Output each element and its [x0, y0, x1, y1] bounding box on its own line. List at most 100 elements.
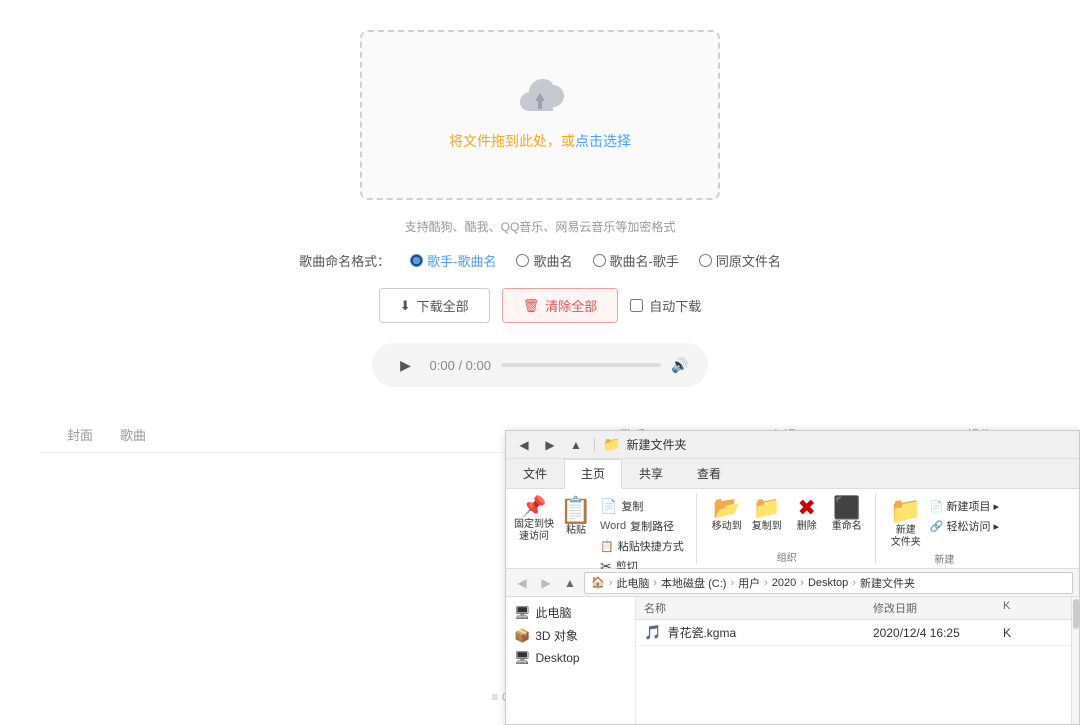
- qt-back-icon[interactable]: ◀: [514, 435, 534, 455]
- explorer-titlebar: ◀ ▶ ▲ 📁 新建文件夹: [506, 431, 1079, 459]
- copy-path-button[interactable]: Word 复制路径: [598, 517, 686, 535]
- radio-original[interactable]: 同原文件名: [699, 251, 781, 270]
- move-to-icon: 📂: [713, 497, 740, 519]
- radio-artist-song[interactable]: 歌手-歌曲名: [410, 251, 496, 270]
- naming-format-row: 歌曲命名格式： 歌手-歌曲名 歌曲名 歌曲名-歌手 同原文件名: [40, 251, 1040, 270]
- volume-icon[interactable]: 🔊: [671, 357, 688, 374]
- qt-forward-icon[interactable]: ▶: [540, 435, 560, 455]
- folder-icon: 📁: [603, 436, 620, 453]
- scroll-indicator[interactable]: [1071, 597, 1079, 724]
- audio-player: ▶ 0:00 / 0:00 🔊: [40, 343, 1040, 387]
- path-user[interactable]: 2020: [772, 577, 796, 589]
- upload-drag-text: 将文件拖到此处，或点击选择: [449, 131, 631, 151]
- player-bar: ▶ 0:00 / 0:00 🔊: [372, 343, 709, 387]
- ribbon-tabs: 文件 主页 共享 查看: [506, 459, 1079, 489]
- radio-song-artist[interactable]: 歌曲名-歌手: [593, 251, 679, 270]
- 3d-icon: 📦: [514, 628, 530, 644]
- path-computer[interactable]: 此电脑: [616, 575, 649, 591]
- copy-button[interactable]: 📄 复制: [598, 497, 686, 515]
- tab-home[interactable]: 主页: [564, 459, 622, 489]
- address-bar: ◀ ▶ ▲ 🏠 › 此电脑 › 本地磁盘 (C:) › 用户 › 2020 › …: [506, 569, 1079, 597]
- col-type-header[interactable]: K: [1003, 600, 1063, 616]
- radio-song[interactable]: 歌曲名: [516, 251, 572, 270]
- download-icon: ⬇: [400, 298, 411, 314]
- nav-up-button[interactable]: ▲: [560, 573, 580, 593]
- path-desktop[interactable]: Desktop: [808, 577, 848, 589]
- tab-file[interactable]: 文件: [506, 459, 564, 488]
- path-home-icon: 🏠: [591, 576, 605, 589]
- computer-icon: 🖥: [514, 605, 531, 621]
- paste-shortcut-icon: 📋: [600, 540, 614, 553]
- sidebar-item-computer[interactable]: 🖥 此电脑: [506, 601, 635, 624]
- paste-icon: 📋: [560, 497, 592, 523]
- naming-label: 歌曲命名格式：: [299, 251, 390, 270]
- play-button[interactable]: ▶: [392, 351, 420, 379]
- time-display: 0:00 / 0:00: [430, 358, 491, 373]
- scroll-thumb: [1073, 599, 1079, 629]
- easy-access-button[interactable]: 🔗 轻松访问 ▸: [928, 517, 1001, 535]
- file-name: 青花瓷.kgma: [667, 624, 873, 641]
- nav-back-button[interactable]: ◀: [512, 573, 532, 593]
- organize-group: 📂 移动到 📁 复制到 ✖ 删除 ⬛ 重命名 组织: [709, 493, 876, 564]
- pin-label: 固定到快速访问: [514, 519, 554, 543]
- new-group: 📁 新建文件夹 📄 新建项目 ▸ 🔗 轻松访问 ▸ 新建: [888, 493, 1011, 564]
- rename-icon: ⬛: [833, 497, 860, 519]
- titlebar-title: 新建文件夹: [626, 436, 686, 453]
- sidebar-item-desktop[interactable]: 🖥 Desktop: [506, 647, 635, 669]
- col-cover-header: 封面: [40, 425, 120, 444]
- new-folder-button[interactable]: 📁 新建文件夹: [888, 497, 924, 549]
- tab-share[interactable]: 共享: [622, 459, 680, 488]
- paste-label: 粘贴: [566, 525, 586, 537]
- copy-to-icon: 📁: [753, 497, 780, 519]
- qt-sep: [594, 438, 595, 452]
- download-all-button[interactable]: ⬇ 下载全部: [379, 288, 490, 323]
- small-clipboard-btns: 📄 复制 Word 复制路径 📋 粘贴快捷方式 ✂ 剪切: [598, 497, 686, 575]
- pin-icon: 📌: [522, 497, 547, 517]
- qt-up-icon[interactable]: ▲: [566, 435, 586, 455]
- clear-all-button[interactable]: 🗑 清除全部: [502, 288, 619, 323]
- col-name-header[interactable]: 名称: [644, 600, 873, 616]
- clipboard-group: 📌 固定到快速访问 📋 粘贴 📄 复制 Word 复制路径: [514, 493, 697, 564]
- organize-buttons: 📂 移动到 📁 复制到 ✖ 删除 ⬛ 重命名: [709, 493, 865, 547]
- copy-path-icon: Word: [600, 520, 626, 532]
- clipboard-buttons: 📌 固定到快速访问 📋 粘贴 📄 复制 Word 复制路径: [514, 493, 686, 575]
- new-item-button[interactable]: 📄 新建项目 ▸: [928, 497, 1001, 515]
- delete-icon: ✖: [797, 497, 815, 519]
- auto-download-checkbox[interactable]: 自动下载: [630, 296, 701, 315]
- path-disk[interactable]: 本地磁盘 (C:): [661, 575, 726, 591]
- upload-cloud-icon: [515, 79, 565, 119]
- new-small-btns: 📄 新建项目 ▸ 🔗 轻松访问 ▸: [928, 497, 1001, 535]
- rename-button[interactable]: ⬛ 重命名: [829, 497, 865, 533]
- paste-button[interactable]: 📋 粘贴: [558, 497, 594, 537]
- new-folder-icon: 📁: [890, 497, 922, 523]
- path-users[interactable]: 用户: [738, 575, 760, 591]
- ribbon-content: 📌 固定到快速访问 📋 粘贴 📄 复制 Word 复制路径: [506, 489, 1079, 569]
- progress-bar[interactable]: [501, 363, 661, 367]
- upload-click-select[interactable]: 点击选择: [575, 133, 631, 149]
- col-date-header[interactable]: 修改日期: [873, 600, 1003, 616]
- sidebar-item-3d[interactable]: 📦 3D 对象: [506, 624, 635, 647]
- upload-area[interactable]: 将文件拖到此处，或点击选择: [360, 30, 720, 200]
- delete-button[interactable]: ✖ 删除: [789, 497, 825, 533]
- file-date: 2020/12/4 16:25: [873, 626, 1003, 640]
- file-type: K: [1003, 626, 1063, 640]
- paste-shortcut-button[interactable]: 📋 粘贴快捷方式: [598, 537, 686, 555]
- organize-label: 组织: [709, 547, 865, 564]
- copy-to-button[interactable]: 📁 复制到: [749, 497, 785, 533]
- explorer-sidebar: 🖥 此电脑 📦 3D 对象 🖥 Desktop: [506, 597, 636, 724]
- move-to-button[interactable]: 📂 移动到: [709, 497, 745, 533]
- tab-view[interactable]: 查看: [680, 459, 738, 488]
- file-row[interactable]: 🎵 青花瓷.kgma 2020/12/4 16:25 K: [636, 620, 1071, 646]
- new-buttons: 📁 新建文件夹 📄 新建项目 ▸ 🔗 轻松访问 ▸: [888, 493, 1001, 549]
- titlebar-left: ◀ ▶ ▲ 📁 新建文件夹: [514, 435, 686, 455]
- explorer-content: 名称 修改日期 K 🎵 青花瓷.kgma 2020/12/4 16:25 K: [636, 597, 1071, 724]
- address-path[interactable]: 🏠 › 此电脑 › 本地磁盘 (C:) › 用户 › 2020 › Deskto…: [584, 572, 1073, 594]
- desktop-icon: 🖥: [514, 650, 531, 666]
- support-text: 支持酷狗、酷我、QQ音乐、网易云音乐等加密格式: [40, 218, 1040, 235]
- copy-icon: 📄: [600, 499, 617, 513]
- path-folder[interactable]: 新建文件夹: [860, 575, 915, 591]
- explorer-body: 🖥 此电脑 📦 3D 对象 🖥 Desktop 名称 修改日期 K 🎵: [506, 597, 1079, 724]
- music-file-icon: 🎵: [644, 624, 661, 641]
- pin-quick-access-button[interactable]: 📌 固定到快速访问: [514, 497, 554, 543]
- nav-forward-button[interactable]: ▶: [536, 573, 556, 593]
